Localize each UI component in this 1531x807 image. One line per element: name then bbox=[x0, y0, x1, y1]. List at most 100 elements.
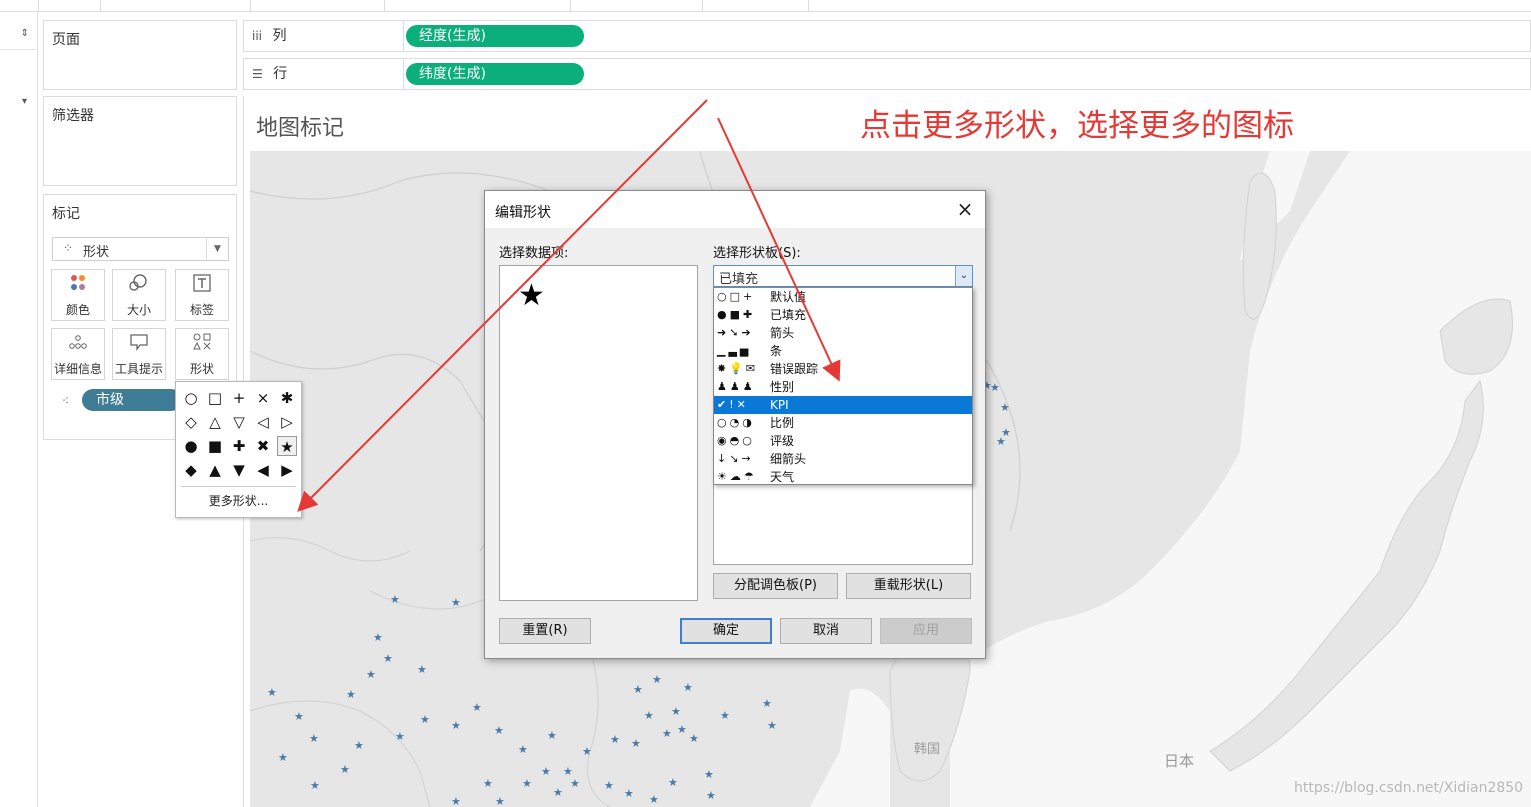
dialog-title: 编辑形状 bbox=[495, 205, 551, 221]
shape-option[interactable]: + bbox=[229, 388, 249, 408]
shape-option[interactable]: ▲ bbox=[205, 460, 225, 480]
tooltip-icon bbox=[113, 332, 165, 358]
shape-option[interactable]: ● bbox=[181, 436, 201, 456]
label-button[interactable]: 标签 bbox=[175, 269, 229, 321]
star-mark: ★ bbox=[420, 713, 430, 726]
size-label: 大小 bbox=[126, 303, 151, 317]
palette-select[interactable]: 已填充 ⌄ bbox=[713, 265, 973, 287]
detail-dots-icon: ⁖ bbox=[62, 394, 70, 408]
columns-shelf[interactable]: iii 列 经度(生成) bbox=[243, 20, 1531, 52]
latitude-pill[interactable]: 纬度(生成) bbox=[406, 63, 584, 85]
shape-option[interactable]: ■ bbox=[205, 436, 225, 456]
star-mark: ★ bbox=[604, 779, 614, 792]
strip-item[interactable]: ⇕ bbox=[0, 24, 37, 50]
star-mark: ★ bbox=[996, 435, 1006, 448]
shape-option[interactable]: ✚ bbox=[229, 436, 249, 456]
star-mark: ★ bbox=[483, 777, 493, 790]
star-mark: ★ bbox=[649, 793, 659, 806]
columns-shelf-label: iii 列 bbox=[244, 21, 404, 51]
close-icon[interactable]: × bbox=[951, 195, 979, 223]
star-icon[interactable]: ★ bbox=[518, 278, 545, 313]
shape-option[interactable]: ◀ bbox=[253, 460, 273, 480]
palette-option-label: 评级 bbox=[770, 434, 795, 448]
shape-option[interactable]: ▽ bbox=[229, 412, 249, 432]
shape-option[interactable]: ◆ bbox=[181, 460, 201, 480]
shape-option[interactable]: ◇ bbox=[181, 412, 201, 432]
marks-title: 标记 bbox=[52, 206, 80, 222]
reset-button[interactable]: 重置(R) bbox=[499, 618, 591, 644]
shape-option[interactable]: ▶ bbox=[277, 460, 297, 480]
shape-option[interactable]: ◁ bbox=[253, 412, 273, 432]
color-button[interactable]: 颜色 bbox=[51, 269, 105, 321]
palette-option[interactable]: ↓↘→ 细箭头 bbox=[714, 450, 972, 468]
star-mark: ★ bbox=[704, 768, 714, 781]
cancel-button[interactable]: 取消 bbox=[780, 618, 872, 644]
filters-card[interactable]: 筛选器 bbox=[43, 96, 237, 186]
palette-preview-icon: ◉◓○ bbox=[717, 434, 755, 447]
palette-preview-icon: ✸💡✉ bbox=[717, 362, 759, 375]
color-label: 颜色 bbox=[65, 303, 90, 317]
palette-option[interactable]: ✸💡✉ 错误跟踪 bbox=[714, 360, 972, 378]
strip-item[interactable]: ▾ bbox=[0, 94, 37, 120]
view-title: 地图标记 bbox=[256, 116, 345, 141]
palette-option[interactable]: ➜➘➔ 箭头 bbox=[714, 324, 972, 342]
shape-option[interactable]: △ bbox=[205, 412, 225, 432]
star-mark: ★ bbox=[267, 686, 277, 699]
longitude-pill[interactable]: 经度(生成) bbox=[406, 25, 584, 47]
rows-shelf[interactable]: ☰ 行 纬度(生成) bbox=[243, 58, 1531, 90]
palette-option[interactable]: ✔!✕ KPI bbox=[714, 396, 972, 414]
palette-preview-icon: ➜➘➔ bbox=[717, 326, 754, 339]
palette-option[interactable]: ○◔◑ 比例 bbox=[714, 414, 972, 432]
palette-dropdown-list[interactable]: ○□+ 默认值 ●■✚ 已填充 ➜➘➔ 箭头 ▁▃▅ 条 ✸💡✉ 错误跟踪 ♟♟♟ 性别 ✔!✕ KPI ○… bbox=[713, 287, 973, 485]
shape-button[interactable]: 形状 bbox=[175, 328, 229, 380]
palette-option[interactable]: ☀☁☂ 天气 bbox=[714, 468, 972, 486]
apply-button[interactable]: 应用 bbox=[880, 618, 972, 644]
tooltip-button[interactable]: 工具提示 bbox=[112, 328, 166, 380]
mark-type-dropdown[interactable]: ⁘ 形状 ▼ bbox=[52, 237, 229, 261]
palette-option[interactable]: ○□+ 默认值 bbox=[714, 288, 972, 306]
shape-option[interactable]: ▼ bbox=[229, 460, 249, 480]
detail-button[interactable]: 详细信息 bbox=[51, 328, 105, 380]
chevron-down-icon[interactable]: ▼ bbox=[206, 238, 228, 260]
pages-card[interactable]: 页面 bbox=[43, 20, 237, 90]
chevron-down-icon[interactable]: ⌄ bbox=[955, 266, 972, 286]
star-mark: ★ bbox=[472, 701, 482, 714]
palette-option[interactable]: ♟♟♟ 性别 bbox=[714, 378, 972, 396]
shape-option[interactable]: □ bbox=[205, 388, 225, 408]
label-label: 标签 bbox=[189, 303, 214, 317]
star-mark: ★ bbox=[278, 751, 288, 764]
star-mark: ★ bbox=[395, 730, 405, 743]
shape-option[interactable]: ✖ bbox=[253, 436, 273, 456]
palette-option[interactable]: ◉◓○ 评级 bbox=[714, 432, 972, 450]
rows-shelf-label: ☰ 行 bbox=[244, 59, 404, 89]
field-pill-city[interactable]: 市级 bbox=[82, 389, 182, 411]
palette-option[interactable]: ▁▃▅ 条 bbox=[714, 342, 972, 360]
star-mark: ★ bbox=[689, 732, 699, 745]
star-mark: ★ bbox=[451, 719, 461, 732]
watermark: https://blog.csdn.net/Xidian2850 bbox=[1294, 780, 1524, 796]
ok-button[interactable]: 确定 bbox=[680, 618, 772, 644]
shape-option[interactable]: ★ bbox=[277, 436, 297, 456]
reload-shapes-button[interactable]: 重载形状(L) bbox=[846, 573, 971, 599]
mark-type-value: 形状 bbox=[83, 245, 110, 260]
shape-option[interactable]: × bbox=[253, 388, 273, 408]
shape-palette-popup: ○ □ + × ✱ ◇ △ ▽ ◁ ▷ ● ■ ✚ ✖ ★ ◆ ▲ ▼ ◀ ▶ 更多形状... bbox=[175, 381, 302, 518]
filters-title: 筛选器 bbox=[52, 108, 94, 124]
palette-option[interactable]: ●■✚ 已填充 bbox=[714, 306, 972, 324]
shape-option[interactable]: ▷ bbox=[277, 412, 297, 432]
palette-option-label: 天气 bbox=[770, 470, 795, 484]
size-button[interactable]: 大小 bbox=[112, 269, 166, 321]
star-mark: ★ bbox=[706, 789, 716, 802]
palette-option-label: 比例 bbox=[770, 416, 795, 430]
detail-dots-icon bbox=[52, 332, 104, 358]
data-items-list[interactable]: ★ bbox=[499, 265, 698, 601]
assign-palette-button[interactable]: 分配调色板(P) bbox=[713, 573, 838, 599]
star-mark: ★ bbox=[631, 737, 641, 750]
more-shapes-button[interactable]: 更多形状... bbox=[181, 486, 296, 512]
shape-option[interactable]: ✱ bbox=[277, 388, 297, 408]
shape-option[interactable]: ○ bbox=[181, 388, 201, 408]
star-mark: ★ bbox=[417, 663, 427, 676]
shape-label: 形状 bbox=[189, 362, 214, 376]
palette-option-label: 已填充 bbox=[770, 308, 807, 322]
star-mark: ★ bbox=[451, 795, 461, 807]
